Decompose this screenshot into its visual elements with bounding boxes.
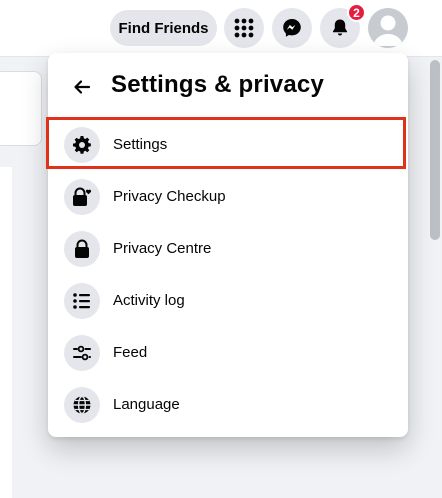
settings-menu-list: Settings Privacy Checkup Privacy Centre [48, 119, 408, 431]
menu-item-label: Privacy Centre [113, 240, 212, 257]
menu-item-settings[interactable]: Settings [48, 119, 408, 171]
menu-item-label: Privacy Checkup [113, 188, 226, 205]
panel-title: Settings & privacy [111, 71, 325, 98]
menu-item-feed[interactable]: Feed [48, 327, 408, 379]
bell-icon [333, 19, 347, 36]
background-card [0, 71, 42, 146]
gear-icon [64, 127, 100, 163]
menu-item-privacy-checkup[interactable]: Privacy Checkup [48, 171, 408, 223]
top-bar: Find Friends 2 [0, 0, 442, 57]
messenger-button[interactable] [272, 8, 312, 48]
sliders-icon [64, 335, 100, 371]
settings-privacy-panel: Settings & privacy Settings Privacy Chec… [48, 53, 408, 437]
messenger-icon [283, 19, 301, 37]
globe-icon [64, 387, 100, 423]
menu-item-label: Activity log [113, 292, 185, 309]
lock-icon [64, 231, 100, 267]
find-friends-button[interactable]: Find Friends [110, 10, 217, 46]
grid-menu-icon [234, 18, 254, 38]
menu-item-privacy-centre[interactable]: Privacy Centre [48, 223, 408, 275]
scrollbar-thumb[interactable] [430, 60, 440, 240]
arrow-left-icon [74, 80, 91, 94]
list-icon [64, 283, 100, 319]
lock-heart-icon [64, 179, 100, 215]
panel-header: Settings & privacy [48, 53, 408, 119]
account-avatar-button[interactable] [368, 8, 408, 48]
menu-button[interactable] [224, 8, 264, 48]
menu-item-activity-log[interactable]: Activity log [48, 275, 408, 327]
back-button[interactable] [64, 69, 100, 105]
menu-item-label: Settings [113, 136, 168, 153]
notifications-badge: 2 [347, 3, 366, 22]
menu-item-language[interactable]: Language [48, 379, 408, 431]
avatar-icon [368, 8, 408, 48]
background-strip [0, 167, 12, 498]
menu-item-label: Language [113, 396, 180, 413]
menu-item-label: Feed [113, 344, 148, 361]
